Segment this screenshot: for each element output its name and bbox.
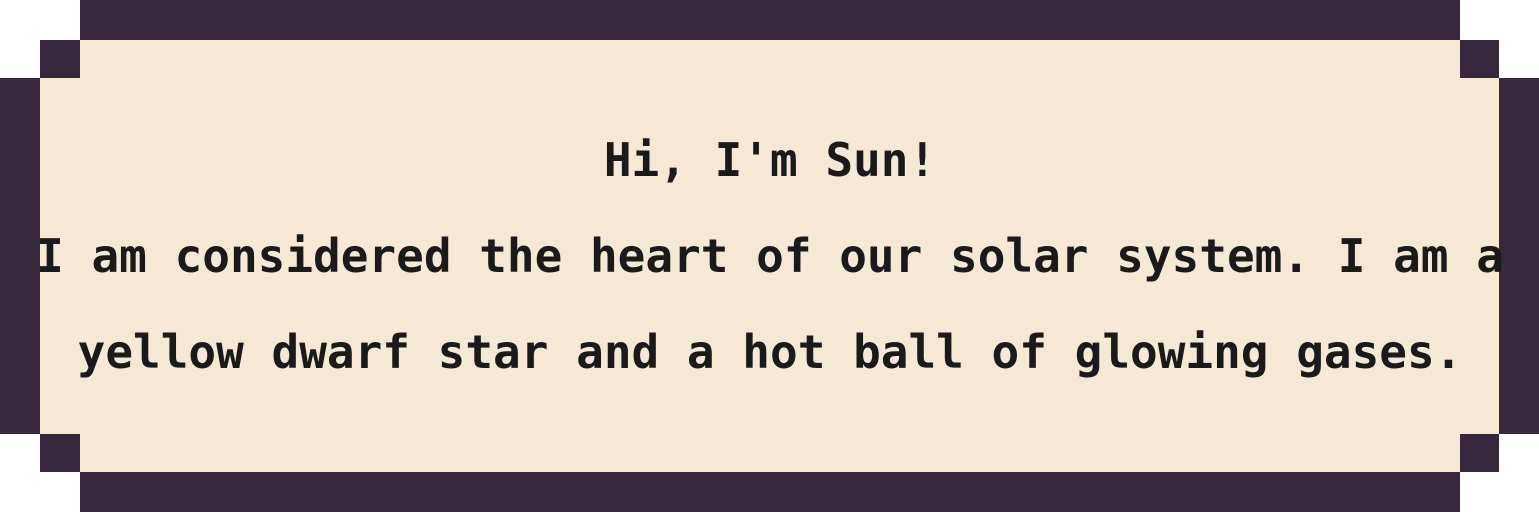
border-bottom [80, 472, 1460, 512]
dialog-text: Hi, I'm Sun! I am considered the heart o… [36, 78, 1504, 434]
corner-top-left [40, 40, 80, 78]
corner-bottom-left [40, 434, 80, 472]
border-right [1499, 78, 1539, 434]
dialog-line-1: I am considered the heart of our solar s… [36, 229, 1504, 283]
dialog-box: Hi, I'm Sun! I am considered the heart o… [0, 0, 1539, 512]
dialog-line-2: yellow dwarf star and a hot ball of glow… [77, 325, 1463, 379]
border-top [80, 0, 1460, 40]
dialog-greeting: Hi, I'm Sun! [603, 133, 937, 187]
border-left [0, 78, 40, 434]
corner-top-right [1460, 40, 1499, 78]
corner-bottom-right [1460, 434, 1499, 472]
